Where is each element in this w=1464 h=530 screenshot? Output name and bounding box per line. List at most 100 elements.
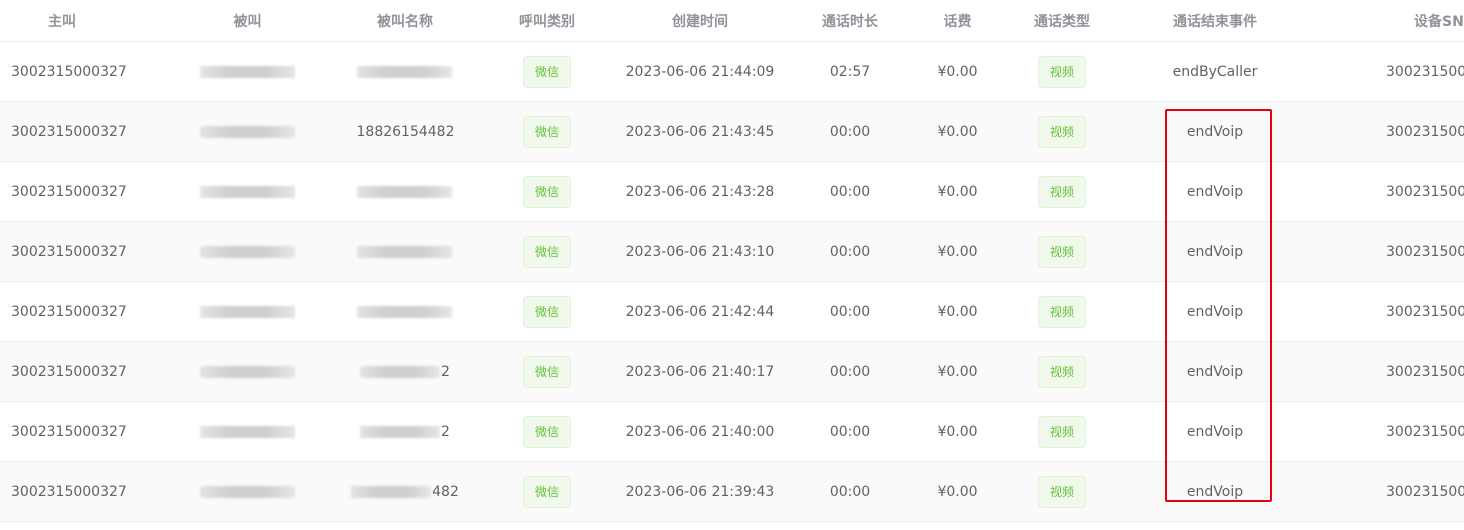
- end-event-cell: endVoip: [1186, 243, 1244, 260]
- fee-cell: ¥0.00: [937, 63, 978, 80]
- duration-cell: 00:00: [829, 363, 871, 380]
- callee-cell: [185, 42, 310, 101]
- redacted-value: [199, 245, 296, 258]
- table-row[interactable]: 3002315000327 2 微信 2023-06-06 21:40:17 00:00…: [0, 342, 1464, 402]
- callee-name-cell: 2: [340, 342, 470, 401]
- call-type-badge: 视频: [1038, 475, 1086, 508]
- header-caller[interactable]: 主叫: [0, 0, 124, 41]
- callee-cell: [185, 342, 310, 401]
- redaction-blur: [199, 185, 295, 198]
- redacted-value: 2: [360, 364, 450, 380]
- fee-cell: ¥0.00: [937, 303, 978, 320]
- call-category-tag: 微信: [497, 462, 597, 521]
- duration-cell: 00:00: [829, 483, 871, 500]
- created-time-cell: 2023-06-06 21:42:44: [625, 303, 775, 320]
- caller-cell: 3002315000327: [11, 183, 127, 200]
- end-event-cell: endVoip: [1186, 423, 1244, 440]
- call-type-badge: 视频: [1038, 295, 1086, 328]
- callee-name-cell: [340, 42, 470, 101]
- created-time-cell: 2023-06-06 21:43:28: [625, 183, 775, 200]
- header-call-type[interactable]: 通话类型: [1012, 0, 1112, 41]
- call-category-tag: 微信: [497, 402, 597, 461]
- redaction-blur: [360, 365, 441, 378]
- redaction-blur: [357, 185, 452, 198]
- call-type-badge: 视频: [1038, 175, 1086, 208]
- redacted-value: [199, 485, 296, 498]
- redacted-value-trailing-text: 18826154482: [356, 123, 455, 140]
- redaction-blur: [199, 125, 295, 138]
- caller-cell: 3002315000327: [11, 303, 127, 320]
- table-row[interactable]: 3002315000327 微信 2023-06-06 21:43:10 00:00 ¥…: [0, 222, 1464, 282]
- fee-cell: ¥0.00: [937, 423, 978, 440]
- device-sn-cell: 300231500: [1386, 483, 1464, 500]
- device-sn-cell: 300231500: [1386, 243, 1464, 260]
- call-type-badge: 视频: [1038, 355, 1086, 388]
- end-event-cell: endVoip: [1186, 483, 1244, 500]
- redaction-blur: [357, 65, 452, 78]
- call-type-tag: 视频: [1012, 102, 1112, 161]
- call-category-tag: 微信: [497, 102, 597, 161]
- table-row[interactable]: 3002315000327 482 微信 2023-06-06 21:39:43 00:…: [0, 462, 1464, 522]
- device-sn-cell: 300231500: [1386, 303, 1464, 320]
- end-event-cell: endVoip: [1186, 123, 1244, 140]
- fee-cell: ¥0.00: [937, 243, 978, 260]
- duration-cell: 00:00: [829, 303, 871, 320]
- duration-cell: 00:00: [829, 243, 871, 260]
- call-category-tag: 微信: [497, 342, 597, 401]
- redacted-value: [357, 245, 453, 258]
- redacted-value: 2: [360, 424, 450, 440]
- callee-cell: [185, 162, 310, 221]
- table-row[interactable]: 3002315000327 微信 2023-06-06 21:44:09 02:57 ¥…: [0, 42, 1464, 102]
- header-end-event[interactable]: 通话结束事件: [1140, 0, 1290, 41]
- caller-cell: 3002315000327: [11, 123, 127, 140]
- created-time-cell: 2023-06-06 21:43:10: [625, 243, 775, 260]
- redaction-blur: [199, 65, 295, 78]
- category-badge: 微信: [523, 55, 571, 88]
- call-type-badge: 视频: [1038, 415, 1086, 448]
- callee-name-cell: 482: [340, 462, 470, 521]
- call-type-tag: 视频: [1012, 342, 1112, 401]
- caller-cell: 3002315000327: [11, 423, 127, 440]
- header-call-category[interactable]: 呼叫类别: [497, 0, 597, 41]
- category-badge: 微信: [523, 175, 571, 208]
- redacted-value: 482: [351, 484, 459, 500]
- header-callee-name[interactable]: 被叫名称: [340, 0, 470, 41]
- header-created-time[interactable]: 创建时间: [620, 0, 780, 41]
- redacted-value: [357, 65, 453, 78]
- duration-cell: 02:57: [829, 63, 871, 80]
- call-category-tag: 微信: [497, 282, 597, 341]
- redacted-value-trailing-text: 2: [441, 423, 450, 440]
- device-sn-cell: 300231500: [1386, 363, 1464, 380]
- end-event-cell: endVoip: [1186, 183, 1244, 200]
- redacted-value: [199, 65, 296, 78]
- header-callee[interactable]: 被叫: [185, 0, 310, 41]
- end-event-cell: endVoip: [1186, 303, 1244, 320]
- created-time-cell: 2023-06-06 21:44:09: [625, 63, 775, 80]
- end-event-cell: endVoip: [1186, 363, 1244, 380]
- category-badge: 微信: [523, 415, 571, 448]
- table-row[interactable]: 3002315000327 微信 2023-06-06 21:42:44 00:00 ¥…: [0, 282, 1464, 342]
- fee-cell: ¥0.00: [937, 183, 978, 200]
- redaction-blur: [360, 425, 441, 438]
- redacted-value-trailing-text: 2: [441, 363, 450, 380]
- header-device-sn[interactable]: 设备SN: [1370, 0, 1464, 41]
- created-time-cell: 2023-06-06 21:40:17: [625, 363, 775, 380]
- header-duration[interactable]: 通话时长: [800, 0, 900, 41]
- redaction-blur: [199, 425, 295, 438]
- table-row[interactable]: 3002315000327 2 微信 2023-06-06 21:40:00 00:00…: [0, 402, 1464, 462]
- call-type-tag: 视频: [1012, 42, 1112, 101]
- device-sn-cell: 300231500: [1386, 123, 1464, 140]
- fee-cell: ¥0.00: [937, 363, 978, 380]
- caller-cell: 3002315000327: [11, 363, 127, 380]
- redacted-value: [199, 425, 296, 438]
- category-badge: 微信: [523, 115, 571, 148]
- callee-name-cell: 2: [340, 402, 470, 461]
- callee-name-cell: [340, 282, 470, 341]
- created-time-cell: 2023-06-06 21:39:43: [625, 483, 775, 500]
- callee-name-cell: 18826154482: [340, 102, 470, 161]
- table-row[interactable]: 3002315000327 微信 2023-06-06 21:43:28 00:00 ¥…: [0, 162, 1464, 222]
- table-row[interactable]: 3002315000327 18826154482 微信 2023-06-06 21:…: [0, 102, 1464, 162]
- header-fee[interactable]: 话费: [915, 0, 1000, 41]
- redaction-blur: [199, 245, 295, 258]
- fee-cell: ¥0.00: [937, 483, 978, 500]
